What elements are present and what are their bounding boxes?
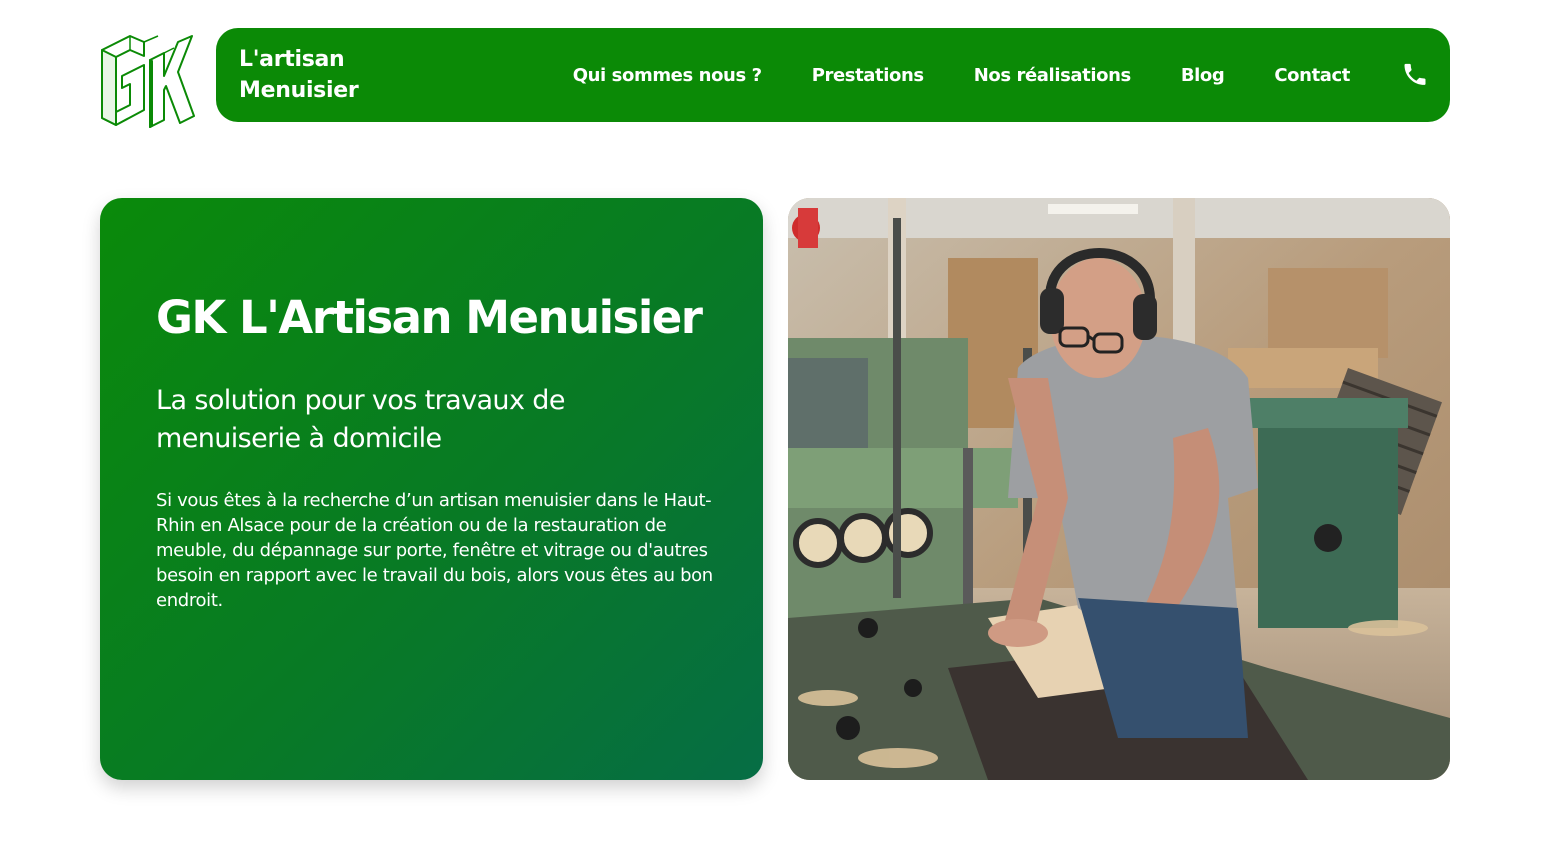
workshop-photo — [788, 198, 1450, 780]
brand-line-1: L'artisan — [239, 47, 345, 72]
hero-description: Si vous êtes à la recherche d’un artisan… — [156, 490, 713, 611]
hero-subtitle: La solution pour vos travaux de menuiser… — [156, 385, 565, 454]
nav-item-contact[interactable]: Contact — [1274, 65, 1350, 86]
brand-name[interactable]: L'artisan Menuisier — [239, 44, 359, 106]
gk-logo — [101, 35, 195, 128]
nav-item-blog[interactable]: Blog — [1181, 65, 1225, 86]
nav-item-qui-sommes-nous[interactable]: Qui sommes nous ? — [573, 65, 762, 86]
phone-icon[interactable] — [1400, 60, 1430, 90]
brand-line-2: Menuisier — [239, 78, 359, 103]
page: L'artisan Menuisier Qui sommes nous ? Pr… — [0, 0, 1548, 868]
top-navbar: L'artisan Menuisier Qui sommes nous ? Pr… — [216, 28, 1450, 122]
main-nav: Qui sommes nous ? Prestations Nos réalis… — [573, 28, 1450, 122]
logo-link[interactable] — [100, 28, 196, 128]
hero-title: GK L'Artisan Menuisier — [156, 291, 703, 344]
nav-item-prestations[interactable]: Prestations — [812, 65, 924, 86]
nav-item-nos-realisations[interactable]: Nos réalisations — [974, 65, 1132, 86]
hero-card: GK L'Artisan Menuisier La solution pour … — [100, 198, 763, 780]
